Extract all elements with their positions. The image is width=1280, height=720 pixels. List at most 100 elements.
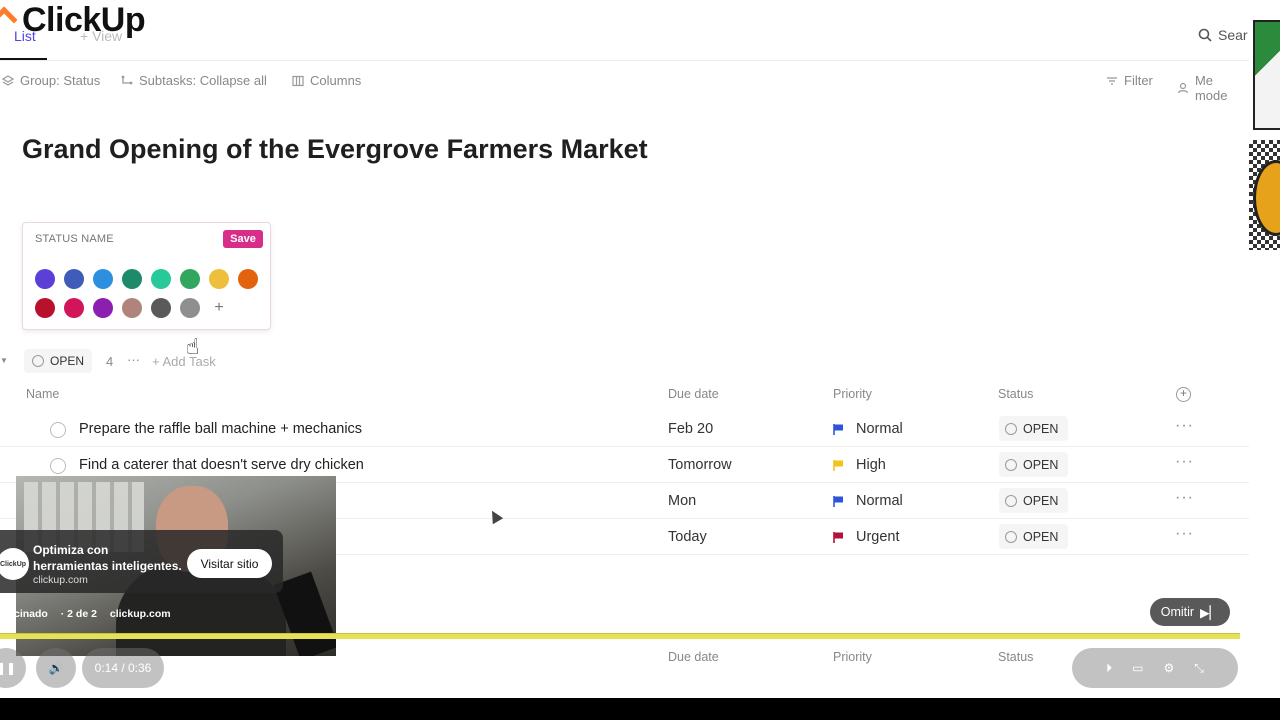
side-thumbnails [1249, 0, 1280, 698]
add-view-tab[interactable]: + View [80, 28, 122, 44]
color-swatch[interactable] [151, 269, 171, 289]
task-status-circle[interactable] [50, 458, 66, 474]
settings-gear-icon[interactable]: ⚙ [1163, 661, 1174, 675]
side-thumbnail-top[interactable] [1253, 20, 1280, 130]
priority-flag-icon [833, 496, 843, 507]
color-swatch-grid: + [35, 269, 258, 318]
filter-button[interactable]: Filter [1106, 73, 1153, 88]
exit-miniplayer-icon[interactable]: ⤡ [1194, 661, 1204, 676]
priority-flag-icon [833, 532, 843, 543]
time-display: 0:14 / 0:36 [82, 648, 164, 688]
visit-site-button[interactable]: Visitar sitio [187, 549, 272, 578]
color-swatch[interactable] [64, 269, 84, 289]
color-swatch[interactable] [93, 269, 113, 289]
filter-icon [1107, 76, 1117, 85]
color-swatch[interactable] [64, 298, 84, 318]
task-row[interactable]: Prepare the raffle ball machine + mechan… [0, 411, 1249, 447]
volume-button[interactable]: 🔊 [36, 648, 76, 688]
search-icon [1198, 28, 1212, 42]
ad-progress-bar[interactable] [0, 633, 1240, 639]
me-mode-button[interactable]: Me mode [1177, 73, 1249, 103]
status-circle-icon [1005, 422, 1017, 435]
color-swatch[interactable] [180, 298, 200, 318]
status-circle-icon [1005, 494, 1017, 507]
task-more-button[interactable]: ··· [1175, 453, 1194, 471]
add-task-button[interactable]: + Add Task [152, 354, 216, 369]
task-status-badge[interactable]: OPEN [999, 488, 1069, 513]
subtasks-button[interactable]: Subtasks: Collapse all [121, 73, 267, 88]
status-circle-icon [32, 355, 44, 367]
task-due-date[interactable]: Today [668, 529, 707, 545]
task-status-label: OPEN [1023, 529, 1059, 544]
header-divider [0, 60, 1249, 61]
task-more-button[interactable]: ··· [1175, 489, 1194, 507]
bottom-letterbox [0, 698, 1280, 720]
task-status-badge[interactable]: OPEN [999, 524, 1069, 549]
autoplay-toggle-icon[interactable]: ⏵ [1106, 661, 1112, 676]
status-create-popover: Save + [22, 222, 271, 330]
color-swatch[interactable] [93, 298, 113, 318]
add-color-icon[interactable]: + [209, 298, 229, 318]
ad-site-link[interactable]: clickup.com [110, 608, 171, 620]
lower-column-header-due-date: Due date [668, 650, 719, 664]
task-name[interactable]: Prepare the raffle ball machine + mechan… [79, 421, 362, 437]
color-swatch[interactable] [122, 298, 142, 318]
task-priority[interactable]: Normal [856, 493, 903, 509]
task-more-button[interactable]: ··· [1175, 525, 1194, 543]
lower-column-header-priority: Priority [833, 650, 872, 664]
filter-label: Filter [1124, 73, 1153, 88]
ad-counter: · 2 de 2 [60, 608, 97, 620]
columns-button[interactable]: Columns [292, 73, 361, 88]
group-status-badge[interactable]: OPEN [24, 349, 93, 373]
subtitles-icon[interactable]: ▭ [1132, 661, 1143, 675]
clickup-page: ClickUp List + View Sear Group: Status S… [0, 0, 1249, 698]
pause-icon: ❚❚ [0, 661, 17, 675]
color-swatch[interactable] [151, 298, 171, 318]
subtasks-icon [121, 75, 133, 84]
columns-label: Columns [310, 73, 362, 88]
task-due-date[interactable]: Mon [668, 493, 696, 509]
group-status-label: Group: Status [20, 73, 101, 88]
column-header-name[interactable]: Name [26, 387, 59, 401]
task-status-circle[interactable] [50, 422, 66, 438]
task-name[interactable]: Find a caterer that doesn't serve dry ch… [79, 457, 364, 473]
side-thumbnail-bottom[interactable] [1249, 140, 1280, 250]
skip-next-icon: ▶▏ [1200, 605, 1220, 620]
color-swatch[interactable] [35, 269, 55, 289]
color-swatch[interactable] [209, 269, 229, 289]
skip-label: Omitir [1160, 605, 1195, 619]
layers-icon [2, 74, 14, 86]
task-status-badge[interactable]: OPEN [999, 416, 1069, 441]
skip-ad-button[interactable]: Omitir ▶▏ [1150, 598, 1230, 626]
ad-meta: trocinado · 2 de 2 clickup.com [0, 608, 181, 620]
color-swatch[interactable] [180, 269, 200, 289]
lower-column-header-status: Status [998, 650, 1034, 664]
group-status-button[interactable]: Group: Status [2, 73, 100, 88]
tab-list[interactable]: List [14, 28, 36, 44]
task-priority[interactable]: Normal [856, 421, 903, 437]
color-swatch[interactable] [35, 298, 55, 318]
group-more-button[interactable]: ··· [127, 352, 140, 367]
task-priority[interactable]: High [856, 457, 886, 473]
status-circle-icon [1005, 530, 1017, 543]
color-swatch[interactable] [122, 269, 142, 289]
task-more-button[interactable]: ··· [1175, 417, 1194, 435]
task-status-badge[interactable]: OPEN [999, 452, 1069, 477]
search-button[interactable]: Sear [1198, 27, 1248, 43]
task-priority[interactable]: Urgent [856, 529, 900, 545]
priority-flag-icon [833, 424, 843, 435]
add-column-icon[interactable]: + [1176, 387, 1191, 402]
column-header-due-date[interactable]: Due date [668, 387, 719, 401]
collapse-caret-icon[interactable]: ▼ [0, 356, 8, 365]
task-due-date[interactable]: Feb 20 [668, 421, 713, 437]
status-name-input[interactable] [35, 233, 215, 245]
hand-cursor-icon: ☝ [186, 334, 200, 359]
me-mode-label: Me mode [1194, 73, 1228, 103]
save-status-button[interactable]: Save [223, 230, 263, 248]
task-due-date[interactable]: Tomorrow [668, 457, 732, 473]
task-status-label: OPEN [1023, 421, 1059, 436]
color-swatch[interactable] [238, 269, 258, 289]
column-header-priority[interactable]: Priority [833, 387, 872, 401]
column-header-status[interactable]: Status [998, 387, 1033, 401]
priority-flag-icon [833, 460, 843, 471]
